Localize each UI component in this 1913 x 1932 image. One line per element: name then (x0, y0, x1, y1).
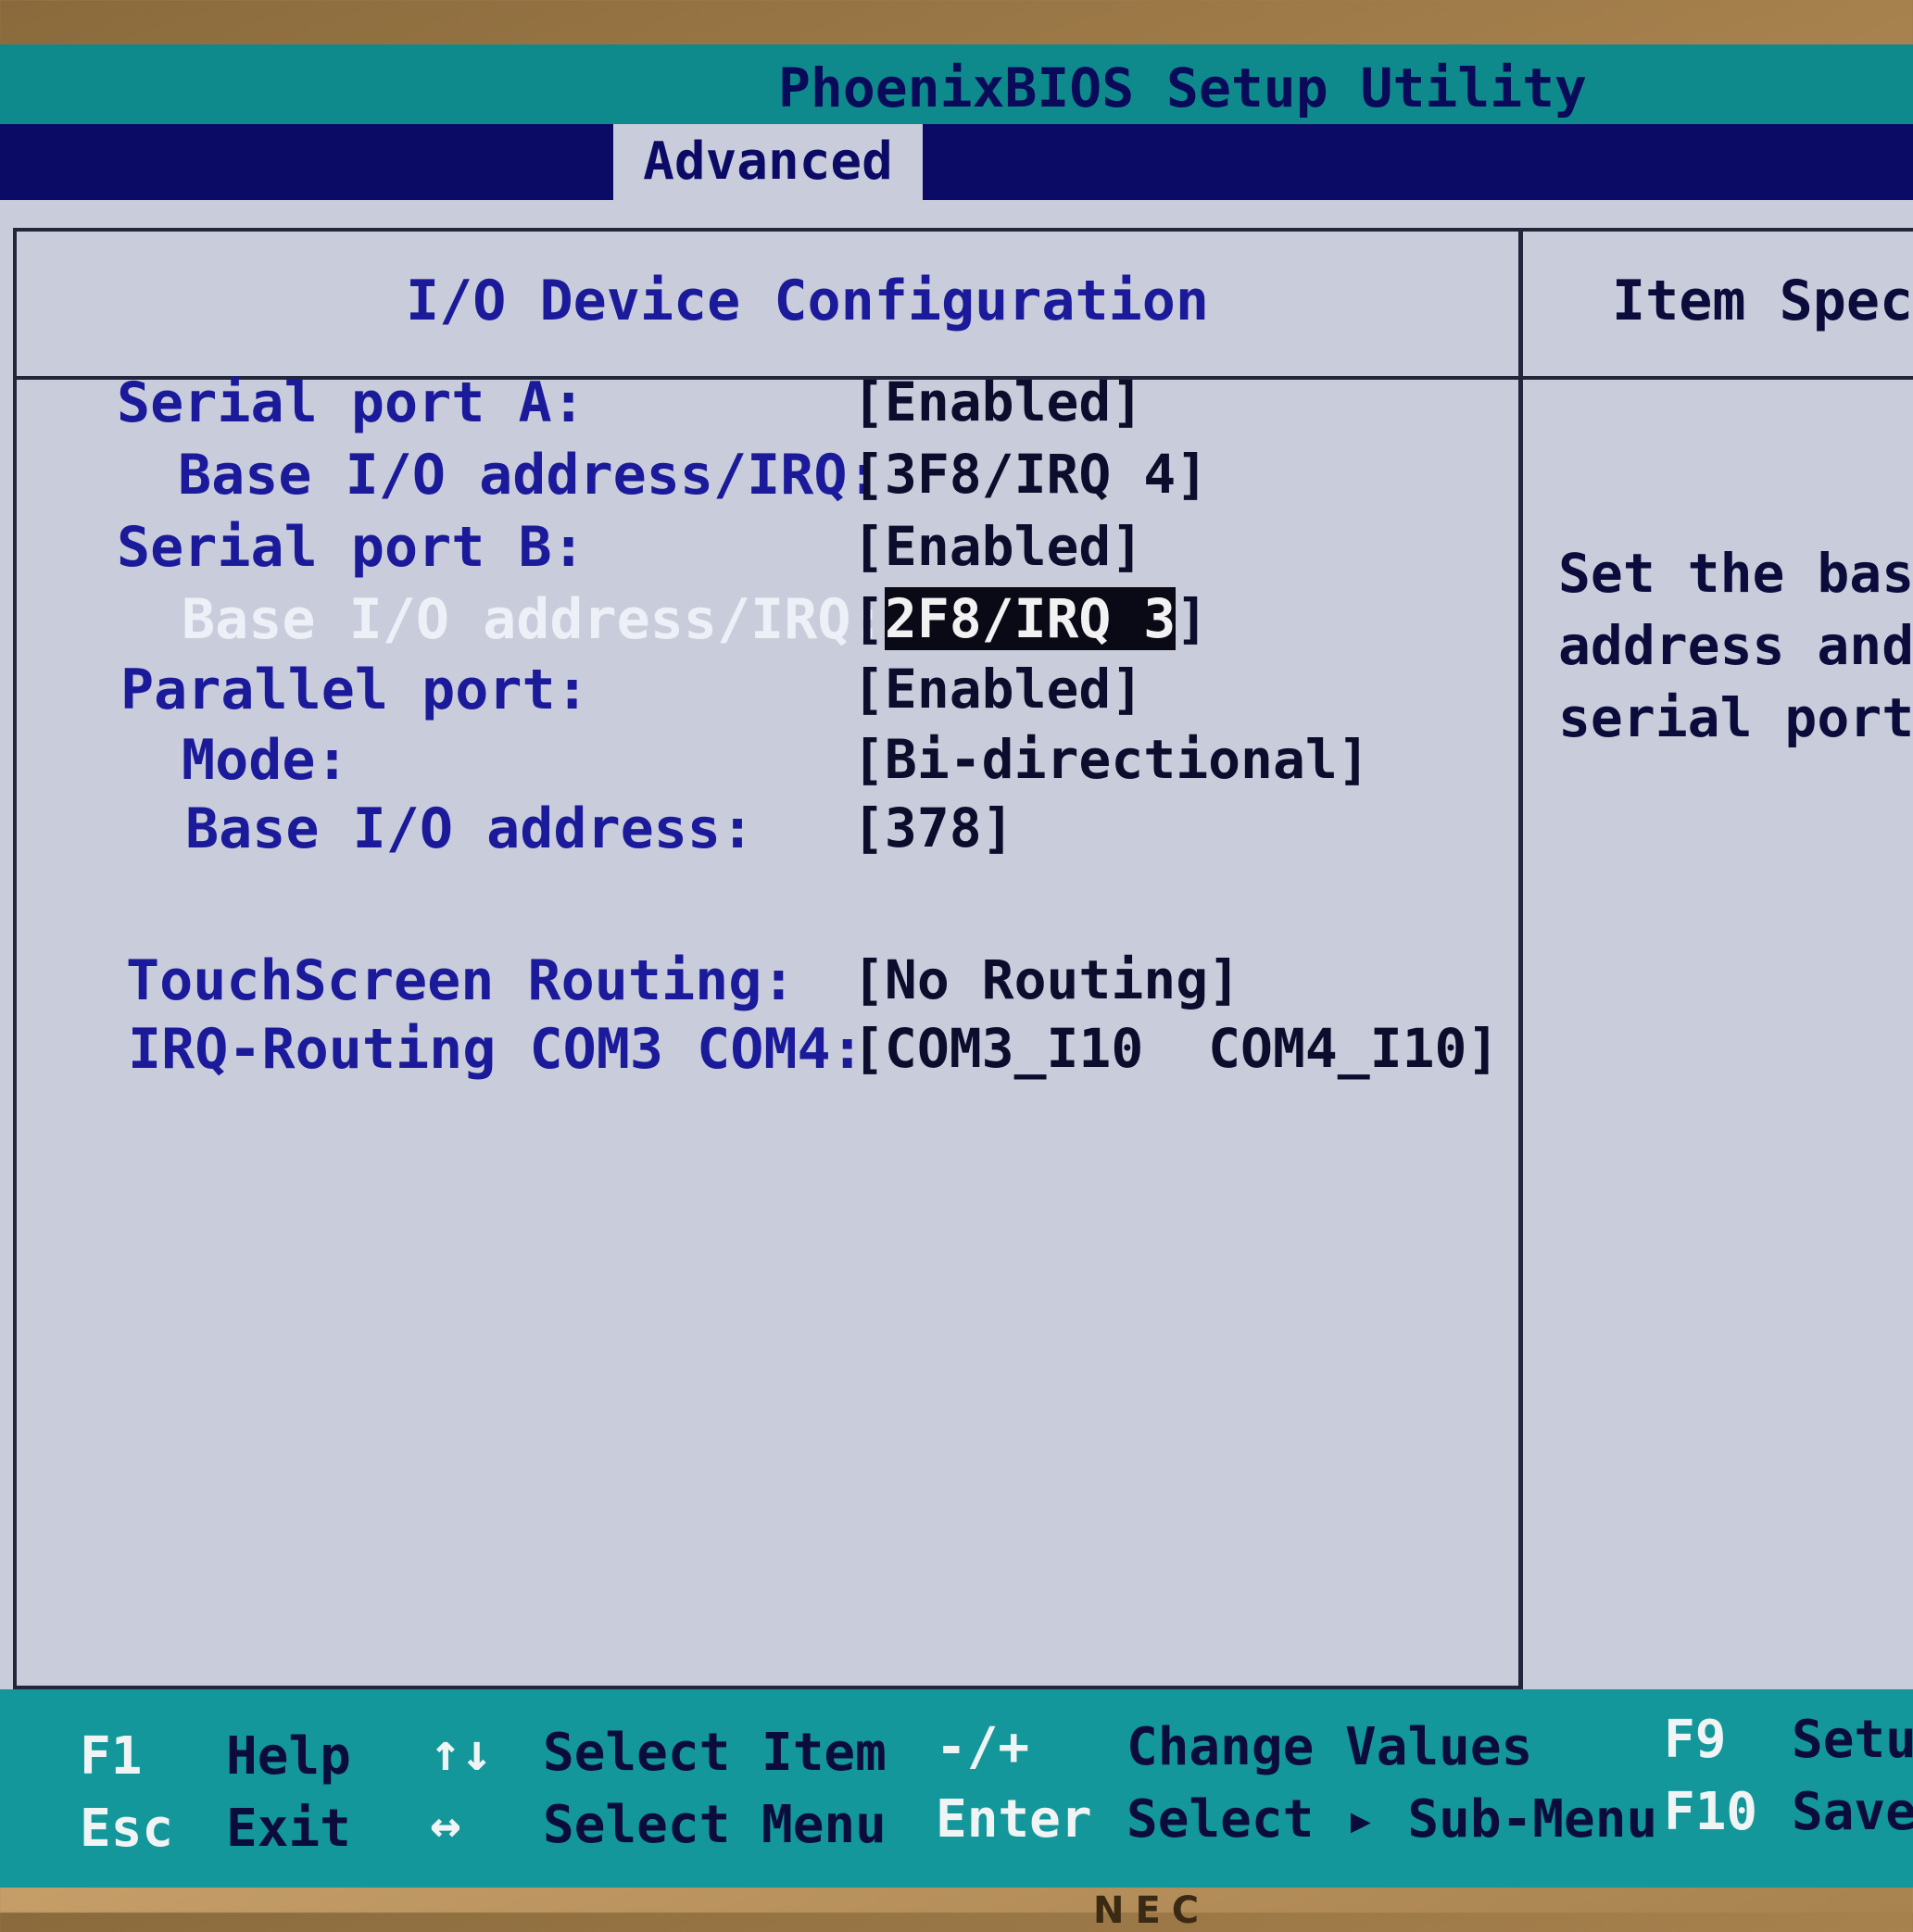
setting-parallel-mode-label[interactable]: Mode: (182, 728, 349, 793)
value-open-bracket: [ (852, 587, 885, 650)
setting-touchscreen-routing-value[interactable]: [No Routing] (852, 948, 1240, 1011)
setting-parallel-base-io-label[interactable]: Base I/O address: (185, 797, 754, 861)
key-enter-desc: Select ▸ Sub-Menu (1126, 1789, 1658, 1850)
key-esc: Esc (80, 1799, 174, 1859)
title-bar: PhoenixBIOS Setup Utility (0, 44, 1913, 124)
updown-arrows-icon: ↑↓ (430, 1723, 493, 1783)
help-panel: Item Specif Set the base I address and I… (1523, 228, 1913, 1689)
setting-parallel-port-label[interactable]: Parallel port: (120, 658, 589, 722)
key-f10-desc: Save (1792, 1782, 1913, 1842)
setting-serial-port-b-value[interactable]: [Enabled] (852, 515, 1143, 578)
key-f9-desc: Setup (1792, 1710, 1913, 1770)
help-line: Set the base I (1558, 542, 1913, 605)
key-f9: F9 (1664, 1710, 1727, 1770)
setting-serial-port-a-value[interactable]: [Enabled] (852, 370, 1143, 433)
help-header: Item Specif (1523, 232, 1913, 380)
key-f1: F1 (80, 1726, 143, 1787)
key-esc-desc: Exit (226, 1799, 351, 1859)
help-text: Set the base I address and IR serial por… (1558, 537, 1913, 754)
setting-serial-port-a-label[interactable]: Serial port A: (117, 370, 585, 435)
panel-header: I/O Device Configuration (17, 232, 1518, 380)
value-close-bracket: ] (1176, 587, 1209, 650)
setting-serial-port-b-label[interactable]: Serial port B: (117, 515, 585, 580)
tab-advanced[interactable]: Advanced (613, 124, 923, 200)
key-enter: Enter (936, 1789, 1092, 1850)
leftright-arrows-icon: ↔ (430, 1795, 461, 1855)
key-leftright-desc: Select Menu (543, 1795, 887, 1855)
selected-value-highlight[interactable]: 2F8/IRQ 3 (884, 587, 1177, 650)
setting-parallel-base-io-value[interactable]: [378] (852, 797, 1014, 859)
setting-touchscreen-routing-label[interactable]: TouchScreen Routing: (126, 948, 795, 1013)
help-line: address and IR (1558, 614, 1913, 677)
key-change: -/+ (936, 1717, 1030, 1777)
panel-title: I/O Device Configuration (406, 269, 1209, 333)
footer-keybar: F1 Help Esc Exit ↑↓ Select Item ↔ Select… (0, 1689, 1913, 1888)
setting-serial-a-base-io-label[interactable]: Base I/O address/IRQ: (178, 443, 881, 508)
key-change-desc: Change Values (1126, 1717, 1533, 1777)
app-title: PhoenixBIOS Setup Utility (778, 56, 1587, 119)
help-title: Item Specif (1612, 269, 1913, 333)
bios-screen: PhoenixBIOS Setup Utility Advanced I/O D… (0, 44, 1913, 1888)
key-f10: F10 (1664, 1782, 1758, 1842)
bezel-brand-logo: NEC (1093, 1889, 1211, 1932)
setting-irq-routing-value[interactable]: [COM3_I10 COM4_I10] (852, 1017, 1499, 1080)
key-f1-desc: Help (226, 1726, 351, 1787)
setting-parallel-port-value[interactable]: [Enabled] (852, 658, 1143, 721)
menu-bar (0, 124, 1913, 200)
setting-parallel-mode-value[interactable]: [Bi-directional] (852, 728, 1370, 791)
setting-serial-b-base-io-label[interactable]: Base I/O address/IRQ: (182, 587, 885, 652)
help-line: serial port B (1558, 686, 1913, 749)
setting-serial-a-base-io-value[interactable]: [3F8/IRQ 4] (852, 443, 1208, 506)
setting-irq-routing-label[interactable]: IRQ-Routing COM3 COM4: (128, 1017, 864, 1082)
key-updown-desc: Select Item (543, 1723, 887, 1783)
setting-serial-b-base-io-value[interactable]: [2F8/IRQ 3] (852, 587, 1208, 650)
